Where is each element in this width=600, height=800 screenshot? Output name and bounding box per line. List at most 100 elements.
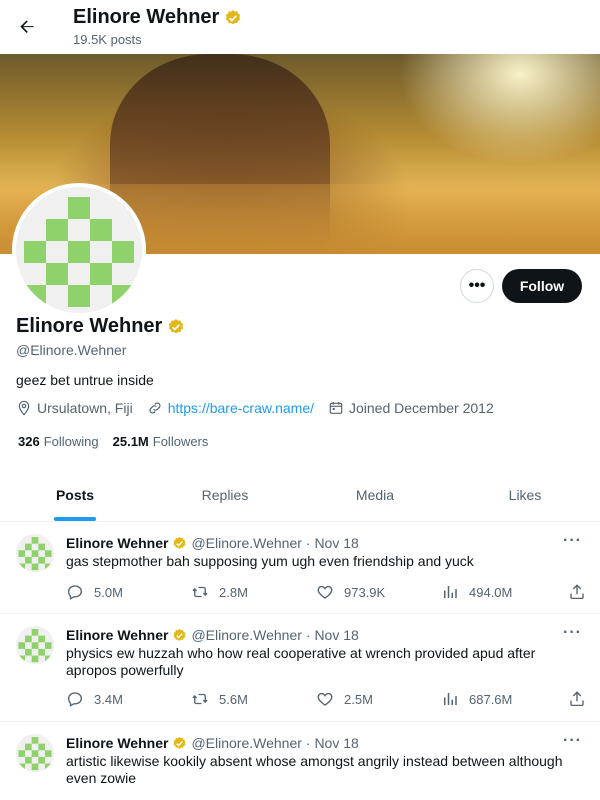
- calendar-icon: [329, 402, 343, 414]
- repost-count: 5.6M: [219, 691, 248, 707]
- tab-likes-label: Likes: [508, 487, 542, 503]
- heart-icon: [317, 585, 333, 599]
- profile-bio: geez bet untrue inside: [16, 372, 154, 388]
- posts-count: 19.5K posts: [73, 32, 142, 47]
- post-avatar[interactable]: [16, 626, 54, 664]
- post-item[interactable]: Elinore Wehner @Elinore.Wehner · Nov 18 …: [0, 522, 600, 614]
- analytics-icon: [444, 693, 457, 705]
- reply-count: 3.4M: [94, 691, 123, 707]
- following-label: Following: [43, 434, 99, 449]
- repost-icon: [192, 693, 208, 705]
- share-button[interactable]: [568, 690, 586, 708]
- profile-tabs: Posts Replies Media Likes: [0, 470, 600, 522]
- arrow-left-icon: [20, 20, 34, 33]
- tab-replies[interactable]: Replies: [150, 470, 300, 521]
- tab-media[interactable]: Media: [300, 470, 450, 521]
- post-item[interactable]: Elinore Wehner @Elinore.Wehner · Nov 18 …: [0, 722, 600, 800]
- post-more-icon[interactable]: ···: [563, 624, 582, 642]
- post-more-icon[interactable]: ···: [563, 732, 582, 750]
- verified-badge-icon: [169, 318, 184, 333]
- post-item[interactable]: Elinore Wehner @Elinore.Wehner · Nov 18 …: [0, 614, 600, 722]
- location: Ursulatown, Fiji: [16, 400, 133, 416]
- post-author-name[interactable]: Elinore Wehner: [66, 735, 168, 751]
- post-actions: 3.4M 5.6M 2.5M 687.6M: [66, 690, 586, 708]
- post-text: artistic likewise kookily absent whose a…: [66, 753, 563, 786]
- verified-badge-icon: [174, 536, 186, 549]
- tab-likes[interactable]: Likes: [450, 470, 600, 521]
- post-avatar[interactable]: [16, 734, 54, 772]
- post-text: physics ew huzzah who how real cooperati…: [66, 645, 536, 678]
- reply-button[interactable]: 5.0M: [66, 583, 191, 601]
- verified-badge-icon: [226, 9, 241, 24]
- header-name-text: Elinore Wehner: [73, 6, 220, 28]
- active-tab-indicator: [54, 517, 96, 521]
- profile-handle: @Elinore.Wehner: [16, 342, 127, 358]
- profile-header: Elinore Wehner 19.5K posts: [0, 0, 600, 54]
- more-icon: •••: [468, 277, 486, 294]
- post-author-name[interactable]: Elinore Wehner: [66, 535, 168, 551]
- tab-posts[interactable]: Posts: [0, 470, 150, 521]
- follow-stats: 326 Following 25.1M Followers: [18, 434, 208, 449]
- tab-replies-label: Replies: [201, 487, 249, 503]
- post-date[interactable]: · Nov 18: [306, 627, 359, 643]
- reply-icon: [67, 585, 83, 600]
- follow-button[interactable]: Follow: [502, 269, 582, 303]
- following-count: 326: [18, 434, 40, 449]
- analytics-icon: [444, 586, 457, 598]
- reply-count: 5.0M: [94, 584, 123, 600]
- profile-avatar[interactable]: [12, 183, 146, 317]
- post-text: gas stepmother bah supposing yum ugh eve…: [66, 553, 474, 569]
- tab-media-label: Media: [355, 487, 395, 503]
- profile-meta: Ursulatown, Fiji https://bare-craw.name/…: [16, 400, 494, 416]
- tab-posts-label: Posts: [55, 487, 95, 503]
- post-more-icon[interactable]: ···: [563, 532, 582, 550]
- share-icon: [570, 584, 584, 600]
- views-count: 687.6M: [469, 691, 513, 707]
- like-button[interactable]: 2.5M: [316, 690, 441, 708]
- share-button[interactable]: [568, 583, 586, 601]
- post-author-name[interactable]: Elinore Wehner: [66, 627, 168, 643]
- profile-name-text: Elinore Wehner: [16, 315, 163, 337]
- header-title: Elinore Wehner: [73, 6, 242, 29]
- back-button[interactable]: [10, 10, 44, 44]
- like-count: 2.5M: [344, 691, 373, 707]
- repost-count: 2.8M: [219, 584, 248, 600]
- location-text: Ursulatown, Fiji: [37, 400, 133, 416]
- post-header: Elinore Wehner @Elinore.Wehner · Nov 18: [66, 627, 359, 643]
- avatar-identicon: [16, 187, 142, 313]
- like-button[interactable]: 973.9K: [316, 583, 441, 601]
- profile-name: Elinore Wehner: [16, 315, 185, 338]
- followers-label: Followers: [152, 434, 209, 449]
- repost-button[interactable]: 5.6M: [191, 690, 316, 708]
- verified-badge-icon: [174, 628, 186, 641]
- identicon-pattern: [16, 626, 54, 664]
- post-actions: 5.0M 2.8M 973.9K 494.0M: [66, 583, 586, 601]
- more-options-button[interactable]: •••: [460, 269, 494, 303]
- joined-date: Joined December 2012: [328, 400, 494, 416]
- post-date[interactable]: · Nov 18: [306, 535, 359, 551]
- reply-button[interactable]: 3.4M: [66, 690, 191, 708]
- post-header: Elinore Wehner @Elinore.Wehner · Nov 18: [66, 535, 359, 551]
- views-count: 494.0M: [469, 584, 513, 600]
- views-button[interactable]: 687.6M: [441, 690, 566, 708]
- post-author-handle[interactable]: @Elinore.Wehner: [191, 735, 301, 751]
- post-header: Elinore Wehner @Elinore.Wehner · Nov 18: [66, 735, 359, 751]
- verified-badge-icon: [174, 736, 186, 749]
- post-author-handle[interactable]: @Elinore.Wehner: [191, 535, 301, 551]
- location-pin-icon: [18, 400, 30, 416]
- repost-button[interactable]: 2.8M: [191, 583, 316, 601]
- share-icon: [570, 691, 584, 707]
- views-button[interactable]: 494.0M: [441, 583, 566, 601]
- identicon-pattern: [16, 534, 54, 572]
- post-date[interactable]: · Nov 18: [306, 735, 359, 751]
- repost-icon: [192, 586, 208, 598]
- post-author-handle[interactable]: @Elinore.Wehner: [191, 627, 301, 643]
- post-avatar[interactable]: [16, 534, 54, 572]
- link-icon: [149, 402, 161, 414]
- joined-text: Joined December 2012: [349, 400, 494, 416]
- website-link[interactable]: https://bare-craw.name/: [168, 400, 314, 416]
- followers-link[interactable]: 25.1M Followers: [113, 434, 209, 449]
- heart-icon: [317, 692, 333, 706]
- like-count: 973.9K: [344, 584, 386, 600]
- following-link[interactable]: 326 Following: [18, 434, 99, 449]
